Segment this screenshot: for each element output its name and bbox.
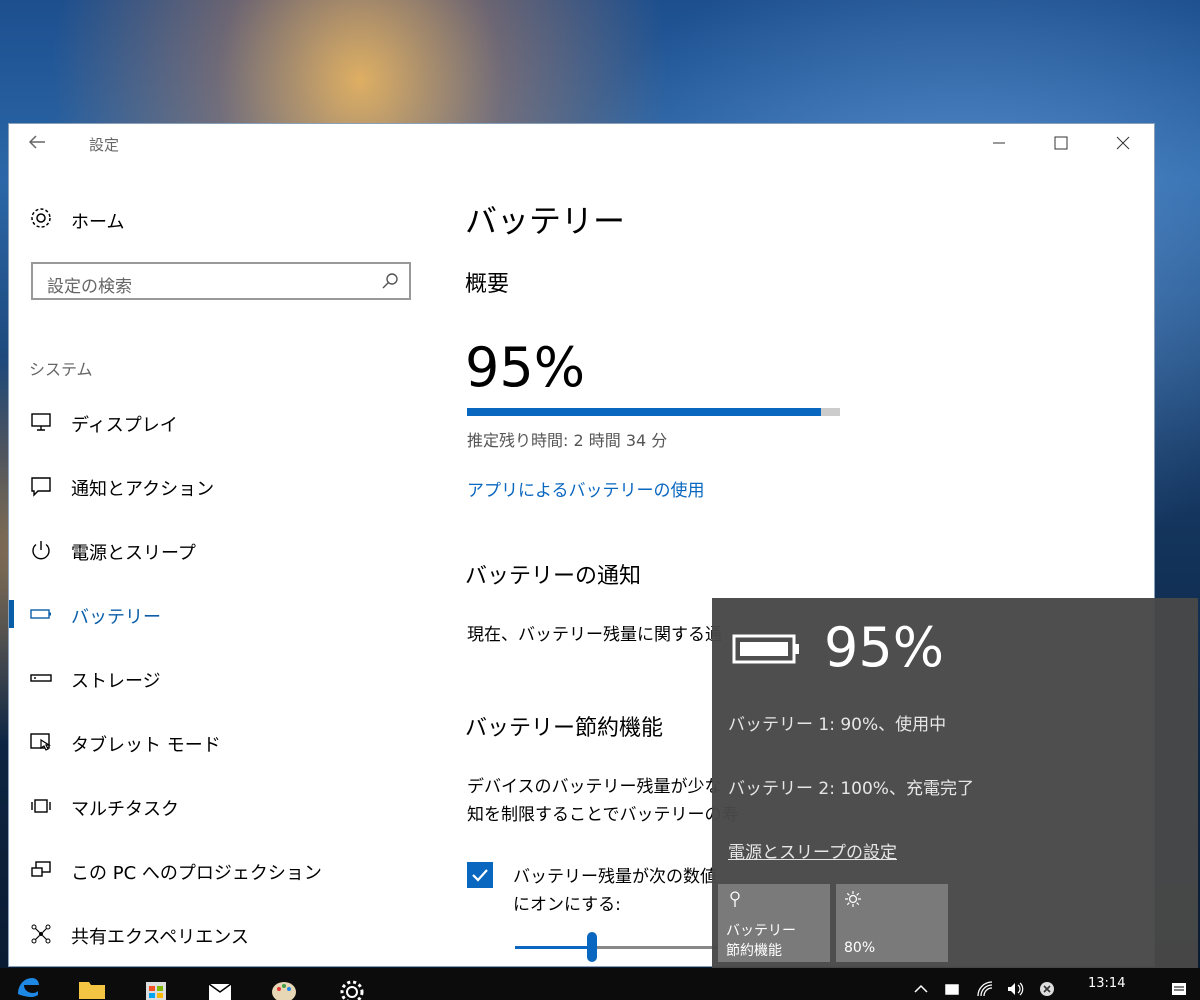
estimated-time: 推定残り時間: 2 時間 34 分 <box>467 431 668 450</box>
slider-thumb[interactable] <box>587 932 597 962</box>
tile-label: 節約機能 <box>726 943 782 959</box>
battery-saver-auto-checkbox[interactable] <box>467 862 493 888</box>
arrow-left-icon <box>28 135 45 149</box>
title-bar: 設定 <box>9 124 1154 164</box>
leaf-icon <box>730 891 740 907</box>
sidebar: ホーム 設定の検索 システム ディスプレイ 通知とアクション 電源とスリープ バ… <box>9 164 429 966</box>
sidebar-item-display[interactable]: ディスプレイ <box>9 402 429 442</box>
taskbar: 13:14 <box>0 968 1200 1000</box>
sidebar-item-battery[interactable]: バッテリー <box>9 594 429 634</box>
battery-saver-description: 知を制限することでバッテリーの寿 <box>467 805 739 825</box>
search-icon <box>382 273 398 289</box>
network-disconnected-icon[interactable] <box>1038 980 1056 998</box>
checkbox-label: にオンにする: <box>513 895 621 915</box>
sidebar-item-label: 通知とアクション <box>71 479 215 500</box>
settings-icon[interactable] <box>336 974 368 1000</box>
battery-1-status: バッテリー 1: 90%、使用中 <box>728 715 947 735</box>
section-label-system: システム <box>29 360 93 379</box>
sidebar-item-label: マルチタスク <box>71 799 179 820</box>
sidebar-item-label: ストレージ <box>71 671 161 692</box>
gear-icon <box>31 208 51 228</box>
battery-progress-bar <box>467 408 840 416</box>
checkbox-label: バッテリー残量が次の数値 <box>513 867 717 887</box>
volume-icon[interactable] <box>1006 980 1024 998</box>
paint-icon[interactable] <box>268 974 300 1000</box>
battery-notification-heading: バッテリーの通知 <box>465 564 642 589</box>
sidebar-item-multitask[interactable]: マルチタスク <box>9 786 429 826</box>
home-label: ホーム <box>71 212 125 233</box>
overview-heading: 概要 <box>465 272 510 297</box>
checkmark-icon <box>472 869 488 882</box>
sidebar-item-shared-experiences[interactable]: 共有エクスペリエンス <box>9 914 429 954</box>
active-indicator <box>9 600 14 628</box>
sidebar-item-projection[interactable]: この PC へのプロジェクション <box>9 850 429 890</box>
sidebar-item-label: 電源とスリープ <box>71 543 196 564</box>
slider-fill <box>515 946 592 949</box>
search-placeholder: 設定の検索 <box>47 277 132 297</box>
edge-icon[interactable] <box>12 974 44 1000</box>
tile-label: 80% <box>844 940 876 956</box>
close-button[interactable] <box>1103 132 1143 158</box>
battery-tray-icon[interactable] <box>944 980 962 998</box>
battery-percent: 95% <box>465 336 586 399</box>
brightness-icon <box>845 891 861 907</box>
shared-experience-icon <box>31 924 51 944</box>
power-sleep-settings-link[interactable]: 電源とスリープの設定 <box>728 838 897 863</box>
mail-icon[interactable] <box>204 974 236 1000</box>
action-center-icon[interactable] <box>1170 980 1188 998</box>
battery-usage-by-app-link[interactable]: アプリによるバッテリーの使用 <box>467 476 705 501</box>
sidebar-item-label: タブレット モード <box>71 735 221 756</box>
battery-flyout: 95% バッテリー 1: 90%、使用中 バッテリー 2: 100%、充電完了 … <box>712 598 1198 968</box>
battery-saver-heading: バッテリー節約機能 <box>465 716 664 741</box>
maximize-icon <box>1054 136 1068 150</box>
sidebar-item-tablet-mode[interactable]: タブレット モード <box>9 722 429 762</box>
battery-saver-description: デバイスのバッテリー残量が少な <box>467 777 722 797</box>
minimize-button[interactable] <box>979 132 1019 158</box>
battery-icon <box>30 609 51 619</box>
sidebar-item-power[interactable]: 電源とスリープ <box>9 530 429 570</box>
sidebar-item-storage[interactable]: ストレージ <box>9 658 429 698</box>
file-explorer-icon[interactable] <box>76 974 108 1000</box>
close-icon <box>1116 136 1130 150</box>
sidebar-item-label: この PC へのプロジェクション <box>71 863 322 884</box>
storage-icon <box>30 674 52 682</box>
flyout-battery-percent: 95% <box>824 616 945 679</box>
power-icon <box>32 541 50 560</box>
window-title: 設定 <box>89 136 120 154</box>
back-button[interactable] <box>27 132 57 156</box>
sidebar-item-notifications[interactable]: 通知とアクション <box>9 466 429 506</box>
battery-saver-tile[interactable]: バッテリー 節約機能 <box>718 884 830 962</box>
monitor-icon <box>31 413 51 431</box>
multitask-icon <box>31 799 51 813</box>
page-title: バッテリー <box>465 202 626 240</box>
minimize-icon <box>993 142 1005 144</box>
sidebar-item-label: バッテリー <box>71 607 161 628</box>
battery-icon <box>732 634 799 664</box>
tile-label: バッテリー <box>726 923 796 939</box>
taskbar-clock[interactable]: 13:14 <box>1088 976 1125 991</box>
wifi-icon[interactable] <box>976 980 994 998</box>
battery-2-status: バッテリー 2: 100%、充電完了 <box>728 779 974 799</box>
battery-notification-text: 現在、バッテリー残量に関する通 <box>467 625 722 645</box>
store-icon[interactable] <box>140 974 172 1000</box>
notification-icon <box>31 477 51 497</box>
maximize-button[interactable] <box>1041 132 1081 158</box>
projection-icon <box>31 861 51 877</box>
search-input[interactable]: 設定の検索 <box>31 262 411 300</box>
tablet-mode-icon <box>30 733 52 751</box>
brightness-tile[interactable]: 80% <box>836 884 948 962</box>
sidebar-item-label: 共有エクスペリエンス <box>71 927 249 948</box>
battery-threshold-slider[interactable] <box>515 946 735 949</box>
chevron-up-icon[interactable] <box>912 980 930 998</box>
battery-progress-fill <box>467 408 822 416</box>
sidebar-item-label: ディスプレイ <box>71 415 178 436</box>
